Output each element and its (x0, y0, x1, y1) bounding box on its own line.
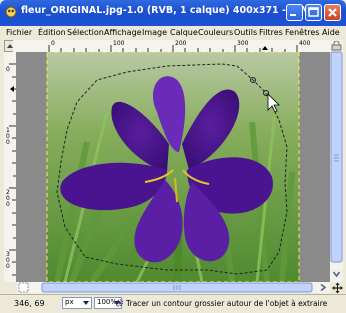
menu-filters[interactable]: Filtres (259, 28, 283, 37)
navigate-icon[interactable] (331, 282, 344, 294)
unit-value: px (65, 298, 74, 306)
ruler-v-tick-0: 0 (6, 66, 10, 73)
menu-edit[interactable]: Édition (38, 28, 66, 37)
menu-image[interactable]: Image (142, 28, 167, 37)
menu-tools[interactable]: Outils (234, 28, 257, 37)
status-message: Tracer un contour grossier autour de l'o… (126, 299, 328, 308)
gimp-icon (5, 6, 17, 18)
ruler-h-tick-0: 0 (51, 40, 55, 47)
menu-select[interactable]: Sélection (67, 28, 104, 37)
ruler-v-tick-300: 300 (6, 251, 10, 270)
title-bar[interactable]: fleur_ORIGINAL.jpg-1.0 (RVB, 1 calque) 4… (0, 0, 346, 26)
ruler-h-tick-400: 400 (299, 40, 311, 47)
menu-file[interactable]: Fichier (6, 28, 32, 37)
close-button[interactable] (324, 4, 341, 21)
menu-windows[interactable]: Fenêtres (285, 28, 319, 37)
minimize-icon (290, 14, 296, 16)
image-canvas[interactable] (17, 52, 330, 282)
menu-colors[interactable]: Couleurs (198, 28, 233, 37)
menu-layer[interactable]: Calque (170, 28, 198, 37)
chevron-down-icon (83, 301, 89, 305)
flower-image (46, 52, 300, 282)
unit-select[interactable]: px (62, 297, 92, 309)
quick-mask-icon[interactable] (18, 282, 29, 293)
vertical-ruler[interactable]: 0 100 200 300 (4, 52, 17, 282)
minimize-button[interactable] (286, 4, 303, 21)
foreground-select-icon (116, 299, 124, 307)
status-bar: 346, 69 px 100% Tracer un contour grossi… (0, 294, 346, 313)
hscroll-graphics (17, 282, 330, 293)
ruler-v-tick-200: 200 (6, 189, 10, 208)
scrollbar-graphics (330, 51, 343, 278)
maximize-button[interactable] (305, 4, 322, 21)
vertical-ruler-ticks (9, 63, 16, 276)
window-title: fleur_ORIGINAL.jpg-1.0 (RVB, 1 calque) 4… (21, 5, 317, 16)
vertical-scrollbar[interactable] (330, 40, 343, 282)
pointer-coords: 346, 69 (14, 299, 45, 308)
menu-help[interactable]: Aide (322, 28, 340, 37)
horizontal-scrollbar[interactable] (17, 282, 330, 293)
menu-bar: Fichier Édition Sélection Affichage Imag… (0, 26, 346, 40)
menu-view[interactable]: Affichage (104, 28, 142, 37)
maximize-icon (308, 7, 319, 17)
ruler-v-tick-100: 100 (6, 127, 10, 146)
close-icon (328, 8, 337, 17)
ruler-h-tick-300: 300 (237, 40, 249, 47)
ruler-h-tick-200: 200 (175, 40, 187, 47)
lock-icon (331, 41, 342, 51)
ruler-h-tick-100: 100 (113, 40, 125, 47)
